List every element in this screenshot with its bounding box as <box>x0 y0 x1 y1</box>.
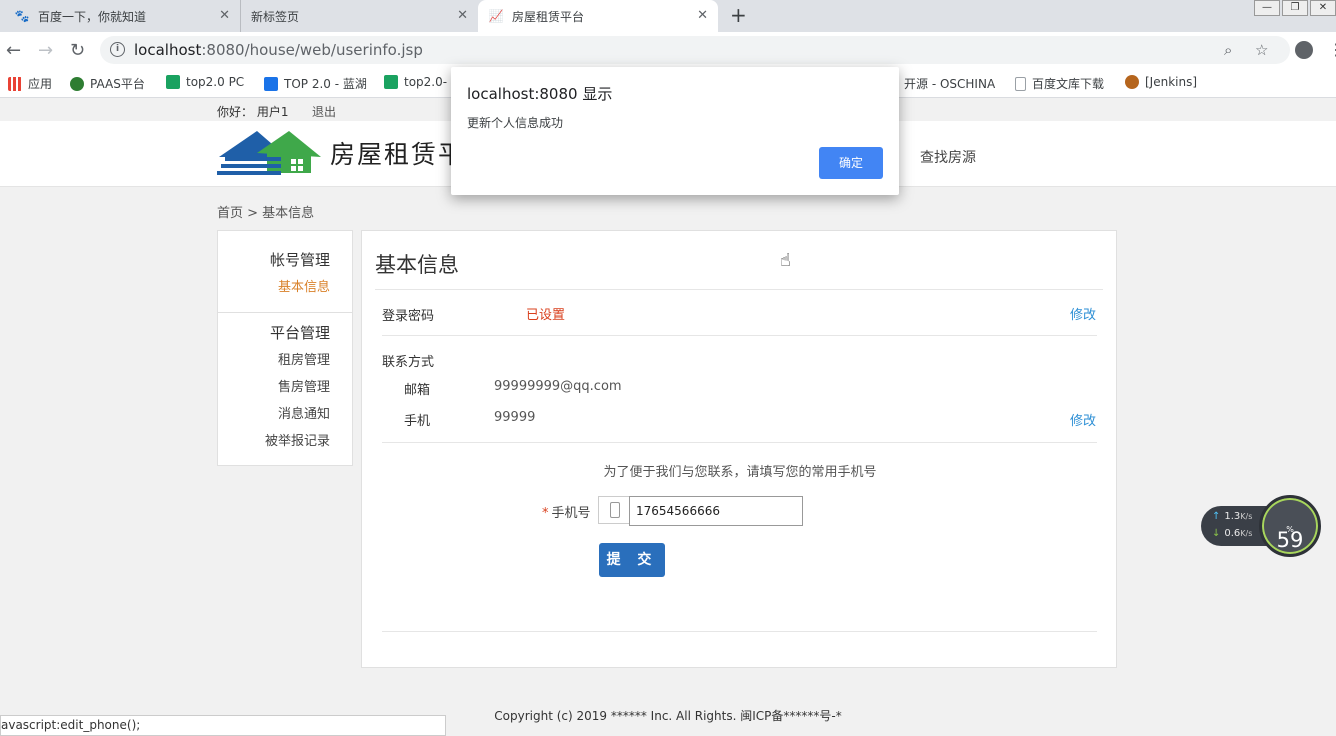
chart-icon: 📈 <box>488 9 504 23</box>
dialog-title: localhost:8080 显示 <box>467 85 613 103</box>
phone-field-label: * 手机号 <box>542 506 591 521</box>
password-status: 已设置 <box>526 308 566 323</box>
submit-button[interactable]: 提 交 <box>599 543 665 577</box>
logout-link[interactable]: 退出 <box>312 103 336 120</box>
phone-input[interactable]: 17654566666 <box>629 496 803 526</box>
upload-speed: ↑ 1.3K/s <box>1212 511 1253 522</box>
bookmark-apps[interactable]: 应用 <box>8 75 52 92</box>
baidu-paw-icon: 🐾 <box>14 9 30 23</box>
bookmark-wenku[interactable]: 百度文库下载 <box>1015 75 1104 92</box>
download-speed: ↓ 0.6K/s <box>1212 528 1253 539</box>
sidebar: 帐号管理 基本信息 平台管理 租房管理 售房管理 消息通知 被举报记录 <box>217 230 353 466</box>
mobile-phone-icon <box>610 502 620 518</box>
divider <box>382 631 1097 632</box>
upload-arrow-icon: ↑ <box>1212 511 1221 522</box>
dialog-ok-button[interactable]: 确定 <box>819 147 883 179</box>
sidebar-item-basic-info[interactable]: 基本信息 <box>278 276 330 295</box>
bookmark-lanhu[interactable]: TOP 2.0 - 蓝湖 <box>264 75 367 92</box>
email-value: 99999999@qq.com <box>494 379 622 394</box>
house-logo-icon <box>217 131 321 175</box>
reload-icon[interactable]: ↻ <box>70 40 85 61</box>
edit-password-link[interactable]: 修改 <box>1070 304 1096 323</box>
bookmark-jenkins[interactable]: [Jenkins] <box>1125 75 1197 89</box>
window-controls: — ❐ ✕ <box>1252 0 1336 16</box>
url-text: localhost:8080/house/web/userinfo.jsp <box>134 41 423 59</box>
zoom-icon[interactable]: ⌕ <box>1224 41 1232 59</box>
status-bar: avascript:edit_phone(); <box>0 715 446 736</box>
gauge-percent: 59% <box>1276 525 1304 552</box>
tab-house-rental[interactable]: 📈 房屋租赁平台 ✕ <box>478 0 718 32</box>
logo-text: 房屋租赁平 <box>330 140 466 169</box>
hand-cursor-icon: ☝ <box>780 250 791 271</box>
browser-tab-bar: 🐾 百度一下，你就知道 ✕ 新标签页 ✕ 📈 房屋租赁平台 ✕ + — ❐ ✕ <box>0 0 1336 32</box>
close-tab-icon[interactable]: ✕ <box>697 8 708 23</box>
dialog-message: 更新个人信息成功 <box>467 116 564 130</box>
close-window-icon[interactable]: ✕ <box>1310 0 1336 16</box>
divider <box>382 442 1097 443</box>
tab-title: 百度一下，你就知道 <box>38 9 147 24</box>
edit-phone-link[interactable]: 修改 <box>1070 410 1096 429</box>
page-title: 基本信息 <box>375 253 459 277</box>
breadcrumb: 首页 > 基本信息 <box>217 206 315 221</box>
main-panel: 基本信息 登录密码 已设置 修改 联系方式 邮箱 99999999@qq.com… <box>361 230 1117 668</box>
sidebar-item-reports[interactable]: 被举报记录 <box>265 430 330 449</box>
sidebar-item-sale[interactable]: 售房管理 <box>278 376 330 395</box>
back-arrow-icon[interactable]: ← <box>6 40 21 61</box>
tab-new[interactable]: 新标签页 ✕ <box>240 0 478 32</box>
divider <box>375 289 1103 290</box>
email-label: 邮箱 <box>404 383 431 398</box>
alert-dialog: localhost:8080 显示 更新个人信息成功 确定 <box>451 67 899 195</box>
jenkins-icon <box>1125 75 1139 89</box>
bookmark-oschina[interactable]: 开源 - OSCHINA <box>904 75 995 92</box>
minimize-icon[interactable]: — <box>1254 0 1280 16</box>
phone-addon <box>598 496 630 524</box>
sidebar-group-platform: 平台管理 <box>269 324 330 342</box>
tab-title: 房屋租赁平台 <box>512 9 585 24</box>
close-tab-icon[interactable]: ✕ <box>219 8 230 23</box>
restore-icon[interactable]: ❐ <box>1282 0 1308 16</box>
sidebar-item-messages[interactable]: 消息通知 <box>278 403 330 422</box>
lanhu-icon <box>264 76 278 91</box>
forward-arrow-icon[interactable]: → <box>38 40 53 61</box>
menu-icon[interactable]: ⋮ <box>1328 40 1336 59</box>
memory-gauge[interactable]: 59% <box>1259 495 1321 557</box>
paas-icon <box>70 76 84 91</box>
phone-value: 99999 <box>494 410 536 425</box>
new-tab-button[interactable]: + <box>730 3 747 27</box>
star-icon[interactable]: ☆ <box>1255 41 1268 59</box>
phone-label: 手机 <box>404 414 431 429</box>
divider <box>382 335 1097 336</box>
tab-baidu[interactable]: 🐾 百度一下，你就知道 ✕ <box>4 0 240 32</box>
phone-hint: 为了便于我们与您联系，请填写您的常用手机号 <box>603 465 877 480</box>
close-tab-icon[interactable]: ✕ <box>457 8 468 23</box>
password-label: 登录密码 <box>382 309 435 324</box>
greeting: 你好： 用户1 <box>217 105 289 119</box>
play-icon <box>384 75 398 89</box>
profile-avatar-icon[interactable] <box>1295 41 1313 59</box>
apps-grid-icon <box>8 76 22 91</box>
bookmark-paas[interactable]: PAAS平台 <box>70 75 145 92</box>
sidebar-divider <box>218 312 352 313</box>
info-icon[interactable]: i <box>110 42 125 57</box>
tab-title: 新标签页 <box>251 9 300 24</box>
browser-toolbar: ← → ↻ i localhost:8080/house/web/userinf… <box>0 32 1336 68</box>
sidebar-group-account: 帐号管理 <box>269 251 330 269</box>
bookmark-top2-pc[interactable]: top2.0 PC <box>166 75 244 89</box>
play-icon <box>166 75 180 89</box>
sidebar-item-rent[interactable]: 租房管理 <box>278 349 330 368</box>
contact-label: 联系方式 <box>382 355 435 370</box>
bookmark-top2[interactable]: top2.0- <box>384 75 447 89</box>
download-arrow-icon: ↓ <box>1212 528 1221 539</box>
address-bar[interactable]: i localhost:8080/house/web/userinfo.jsp … <box>100 36 1290 64</box>
nav-find-house[interactable]: 查找房源 <box>920 147 976 167</box>
document-icon <box>1015 76 1026 91</box>
